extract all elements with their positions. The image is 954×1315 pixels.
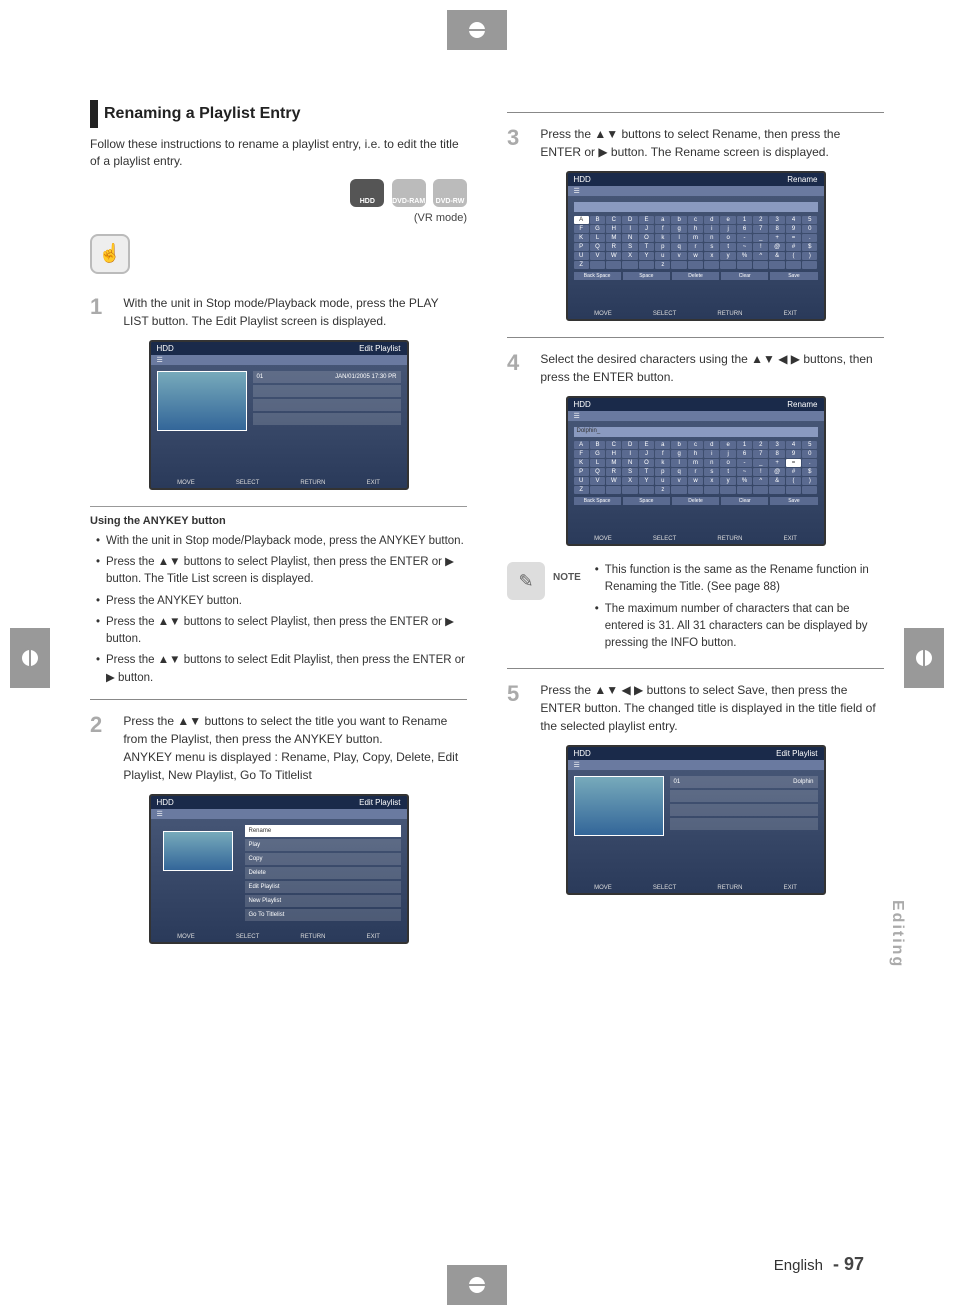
bullet: Press the ANYKEY button. [96, 593, 467, 610]
screenshot-anykey-menu: HDDEdit Playlist ☰ Rename Play Copy Dele… [149, 794, 409, 944]
note-bullets: This function is the same as the Rename … [589, 562, 884, 652]
hdd-badge: HDD [350, 179, 384, 207]
step-5-number: 5 [507, 681, 537, 707]
bullet: With the unit in Stop mode/Playback mode… [96, 533, 467, 550]
note-block: ✎ NOTE This function is the same as the … [507, 562, 884, 656]
media-badges: HDD DVD-RAM DVD-RW [90, 179, 467, 210]
bullet: Press the ▲▼ buttons to select Edit Play… [96, 652, 467, 687]
left-column: Renaming a Playlist Entry Follow these i… [90, 100, 467, 1245]
hand-icon: ☝ [90, 234, 130, 274]
step-4-number: 4 [507, 350, 537, 376]
screenshot-rename-keyboard-2: HDDRename ☰ Dolphin_ ABCDEabcde12345FGHI… [566, 396, 826, 546]
bullet: This function is the same as the Rename … [595, 562, 884, 597]
note-icon: ✎ [507, 562, 545, 600]
divider [507, 668, 884, 669]
thumbnail [163, 831, 233, 871]
step-5-text: Press the ▲▼ ◀ ▶ buttons to select Save,… [540, 681, 883, 735]
dvd-rw-badge: DVD-RW [433, 179, 467, 207]
screenshot-edit-playlist-1: HDDEdit Playlist ☰ 01JAN/01/2005 17:30 P… [149, 340, 409, 490]
step-1-number: 1 [90, 294, 120, 320]
bullet: The maximum number of characters that ca… [595, 601, 884, 653]
step-3: 3 Press the ▲▼ buttons to select Rename,… [507, 125, 884, 161]
step-1-text: With the unit in Stop mode/Playback mode… [123, 294, 466, 330]
divider [507, 112, 884, 113]
heading-text: Renaming a Playlist Entry [104, 105, 301, 123]
step-1: 1 With the unit in Stop mode/Playback mo… [90, 294, 467, 330]
divider [507, 337, 884, 338]
thumbnail [574, 776, 664, 836]
section-heading: Renaming a Playlist Entry [90, 100, 467, 128]
page-content: Renaming a Playlist Entry Follow these i… [90, 100, 884, 1245]
anykey-bullets: With the unit in Stop mode/Playback mode… [90, 533, 467, 687]
vr-mode-note: (VR mode) [90, 212, 467, 224]
bullet: Press the ▲▼ buttons to select Playlist,… [96, 614, 467, 649]
bullet: Press the ▲▼ buttons to select Playlist,… [96, 554, 467, 589]
dvd-ram-badge: DVD-RAM [392, 179, 426, 207]
screenshot-rename-keyboard-1: HDDRename ☰ ABCDEabcde12345FGHIJfghij678… [566, 171, 826, 321]
intro-text: Follow these instructions to rename a pl… [90, 136, 467, 171]
note-label: NOTE [553, 562, 581, 583]
step-2-text: Press the ▲▼ buttons to select the title… [123, 712, 466, 784]
thumbnail [157, 371, 247, 431]
step-2: 2 Press the ▲▼ buttons to select the tit… [90, 712, 467, 784]
step-2-number: 2 [90, 712, 120, 738]
divider [90, 699, 467, 700]
side-tab-editing: Editing [888, 900, 906, 968]
screenshot-edit-playlist-saved: HDDEdit Playlist ☰ 01Dolphin MOVE SELECT… [566, 745, 826, 895]
footer-page-number: - 97 [833, 1254, 864, 1275]
step-4: 4 Select the desired characters using th… [507, 350, 884, 386]
step-3-text: Press the ▲▼ buttons to select Rename, t… [540, 125, 883, 161]
step-3-number: 3 [507, 125, 537, 151]
page-footer: English - 97 [774, 1254, 864, 1275]
right-column: 3 Press the ▲▼ buttons to select Rename,… [507, 100, 884, 1245]
heading-bar [90, 100, 98, 128]
step-5: 5 Press the ▲▼ ◀ ▶ buttons to select Sav… [507, 681, 884, 735]
footer-language: English [774, 1257, 823, 1274]
step-4-text: Select the desired characters using the … [540, 350, 883, 386]
anykey-subhead: Using the ANYKEY button [90, 506, 467, 527]
